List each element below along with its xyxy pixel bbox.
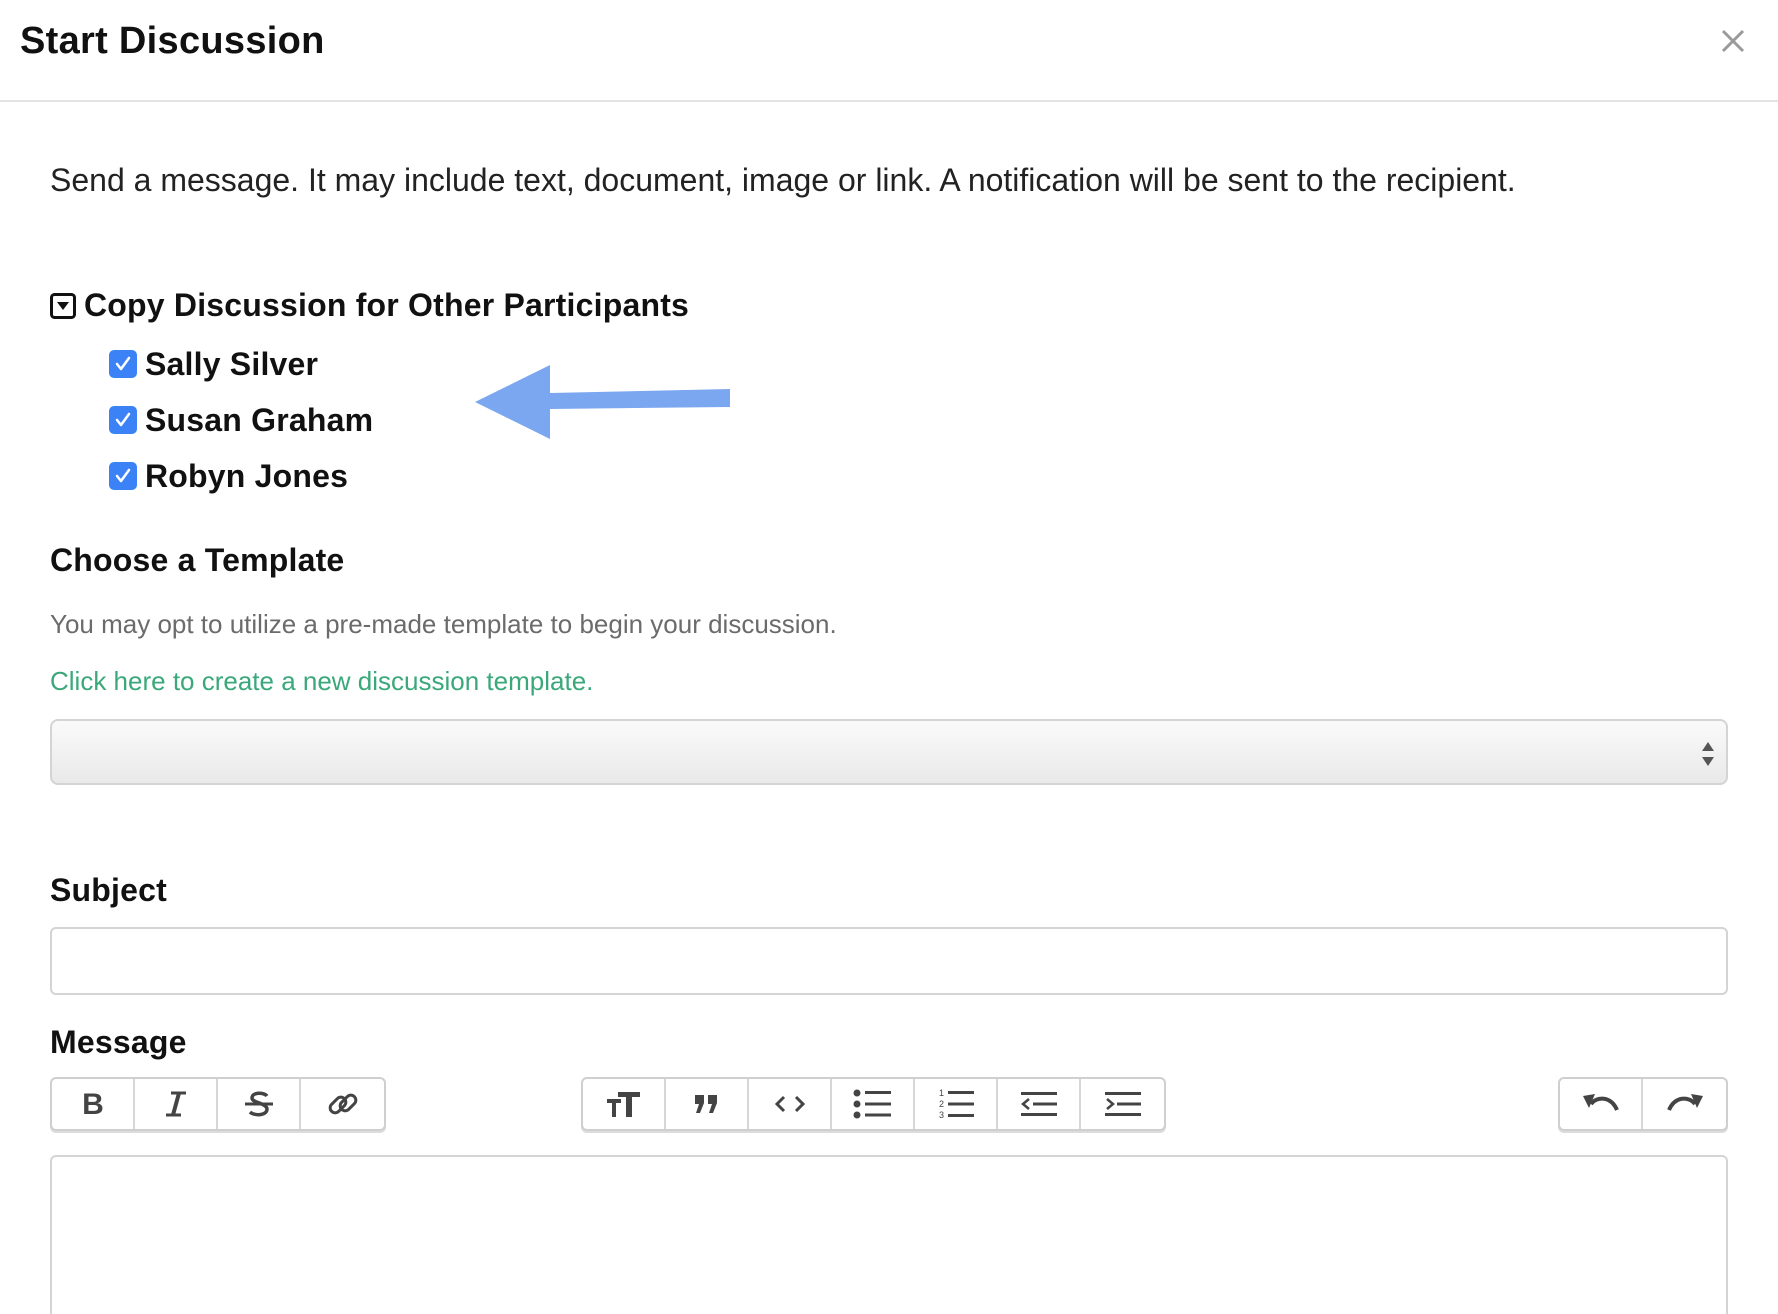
- message-editor[interactable]: [50, 1155, 1728, 1314]
- code-icon[interactable]: [749, 1079, 832, 1129]
- heading-icon[interactable]: [583, 1079, 666, 1129]
- template-heading: Choose a Template: [50, 542, 345, 578]
- create-template-link[interactable]: Click here to create a new discussion te…: [50, 666, 593, 697]
- subject-section: Subject: [50, 872, 1728, 995]
- participant-checkbox[interactable]: [109, 406, 137, 434]
- history-group: [1558, 1077, 1728, 1131]
- italic-icon[interactable]: [135, 1079, 218, 1129]
- participant-item: Robyn Jones: [109, 448, 689, 504]
- subject-label: Subject: [50, 872, 167, 908]
- template-description: You may opt to utilize a pre-made templa…: [50, 609, 837, 639]
- message-section: Message B 1 2 3: [50, 1024, 1728, 1314]
- svg-text:2: 2: [939, 1099, 944, 1109]
- text-format-group: B: [50, 1077, 386, 1131]
- editor-toolbar: B 1 2 3: [50, 1077, 1728, 1133]
- block-format-group: 1 2 3: [581, 1077, 1166, 1131]
- select-arrows-icon: [1700, 739, 1716, 774]
- template-section: Choose a Template You may opt to utilize…: [50, 542, 1728, 785]
- intro-text: Send a message. It may include text, doc…: [50, 162, 1516, 198]
- outdent-icon[interactable]: [998, 1079, 1081, 1129]
- checkmark-icon: [115, 356, 131, 371]
- participant-name: Robyn Jones: [145, 457, 349, 494]
- copy-participants-title: Copy Discussion for Other Participants: [84, 287, 690, 323]
- redo-icon[interactable]: [1643, 1079, 1726, 1129]
- message-label: Message: [50, 1024, 187, 1060]
- participant-name: Sally Silver: [145, 345, 319, 382]
- undo-icon[interactable]: [1560, 1079, 1643, 1129]
- quote-icon[interactable]: [666, 1079, 749, 1129]
- participant-name: Susan Graham: [145, 401, 374, 438]
- link-icon[interactable]: [301, 1079, 384, 1129]
- numbered-list-icon[interactable]: 1 2 3: [915, 1079, 998, 1129]
- participant-checkbox[interactable]: [109, 350, 137, 378]
- collapse-toggle-icon: [50, 292, 76, 319]
- subject-input[interactable]: [50, 927, 1728, 995]
- strikethrough-icon[interactable]: [218, 1079, 301, 1129]
- dialog-header: Start Discussion: [0, 0, 1778, 102]
- copy-participants-toggle[interactable]: Copy Discussion for Other Participants: [50, 287, 689, 324]
- checkmark-icon: [115, 468, 131, 483]
- svg-text:B: B: [82, 1089, 104, 1119]
- checkmark-icon: [115, 412, 131, 427]
- template-select[interactable]: [50, 719, 1728, 785]
- start-discussion-dialog: Start Discussion Send a message. It may …: [0, 0, 1778, 1314]
- dialog-title: Start Discussion: [20, 20, 325, 62]
- participant-checkbox[interactable]: [109, 462, 137, 490]
- bullet-list-icon[interactable]: [832, 1079, 915, 1129]
- svg-text:3: 3: [939, 1110, 944, 1120]
- bold-icon[interactable]: B: [52, 1079, 135, 1129]
- arrow-left-icon: [475, 362, 735, 447]
- svg-text:1: 1: [939, 1088, 944, 1098]
- close-icon[interactable]: [1718, 26, 1748, 56]
- indent-icon[interactable]: [1081, 1079, 1164, 1129]
